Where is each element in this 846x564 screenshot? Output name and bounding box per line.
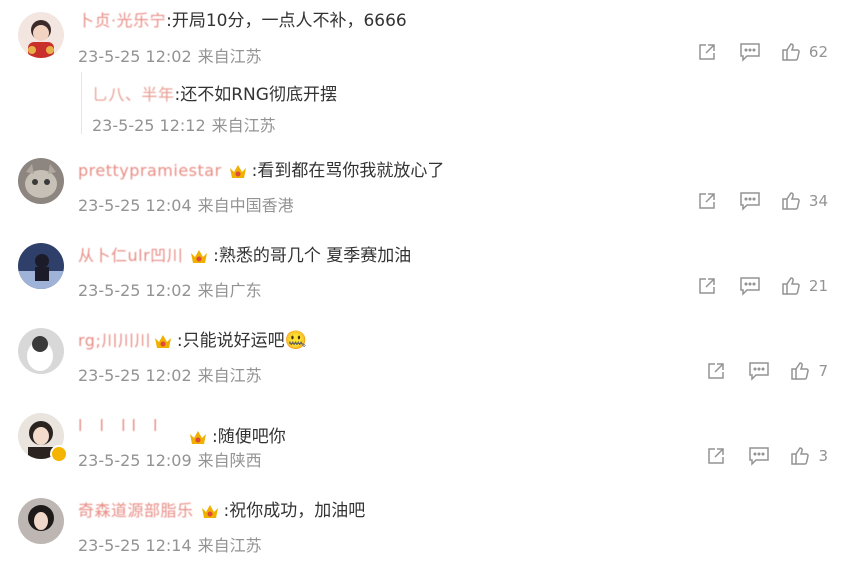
comment-text: :看到都在骂你我就放心了 (251, 161, 445, 181)
share-icon (699, 278, 715, 294)
comment-text: :只能说好运吧 (176, 331, 285, 351)
comment-meta: 23-5-25 12:04 来自中国香港 (78, 192, 294, 216)
like-button[interactable]: 3 (790, 446, 828, 466)
comment-button[interactable] (739, 42, 761, 62)
comment-text: :熟悉的哥几个 夏季赛加油 (213, 246, 412, 266)
comment-button[interactable] (739, 191, 761, 211)
comment-line: 奇森道源部脂乐 :祝你成功，加油吧 (78, 500, 365, 522)
like-button[interactable]: 34 (781, 191, 828, 211)
comment-icon (749, 447, 770, 466)
like-button[interactable]: 21 (781, 276, 828, 296)
like-count: 7 (818, 362, 828, 380)
comment-meta: 23-5-25 12:02 来自江苏 (78, 362, 262, 386)
verified-badge-icon (50, 445, 68, 463)
comment-button[interactable] (748, 361, 770, 381)
timestamp: 23-5-25 12:02 (78, 281, 192, 300)
comment-actions: 3 (706, 446, 828, 466)
crown-icon (190, 431, 206, 444)
comment-actions: 62 (697, 42, 828, 62)
timestamp: 23-5-25 12:02 (78, 47, 192, 66)
reply-location: 来自江苏 (211, 116, 276, 135)
emoji: 🤐 (284, 330, 308, 351)
avatar[interactable] (18, 498, 64, 544)
comment-line: rg;川川川 :只能说好运吧 🤐 (78, 330, 307, 352)
like-count: 62 (808, 43, 828, 61)
username[interactable]: rg;川川川 (78, 330, 151, 352)
comment-line: l l ll l (78, 415, 163, 437)
like-count: 21 (808, 277, 828, 295)
crown-icon (201, 505, 218, 518)
share-button[interactable] (706, 446, 726, 466)
comment-meta: 23-5-25 12:02 来自广东 (78, 277, 262, 301)
share-icon (708, 448, 725, 464)
share-button[interactable] (697, 42, 717, 62)
thumbs-up-icon (782, 277, 800, 295)
location: 来自陕西 (197, 451, 262, 470)
comment-icon (749, 362, 770, 381)
share-button[interactable] (697, 276, 717, 296)
share-button[interactable] (706, 361, 726, 381)
comment-line-2: :随便吧你 (186, 426, 286, 448)
thumbs-up-icon (791, 447, 810, 465)
reply-text: :还不如RNG彻底开摆 (174, 85, 337, 105)
username[interactable]: prettypramiestar (78, 160, 222, 182)
comment-button[interactable] (739, 276, 761, 296)
reply-line: 乚八、半年 :还不如RNG彻底开摆 (92, 80, 337, 106)
location: 来自江苏 (197, 47, 262, 66)
location: 来自广东 (197, 281, 262, 300)
thumbs-up-icon (782, 43, 800, 61)
share-icon (699, 193, 715, 209)
comment-meta: 23-5-25 12:02 来自江苏 (78, 43, 262, 67)
comment-icon (740, 277, 760, 296)
timestamp: 23-5-25 12:04 (78, 196, 192, 215)
location: 来自中国香港 (197, 196, 294, 215)
username[interactable]: 从卜仁ulr凹川 (78, 245, 183, 267)
like-count: 3 (818, 447, 828, 465)
comment-meta: 23-5-25 12:09 来自陕西 (78, 447, 262, 471)
timestamp: 23-5-25 12:02 (78, 366, 192, 385)
comment-button[interactable] (748, 446, 770, 466)
share-icon (699, 44, 715, 60)
comment-meta: 23-5-25 12:14 来自江苏 (78, 532, 262, 556)
comment-line: prettypramiestar :看到都在骂你我就放心了 (78, 160, 444, 182)
timestamp: 23-5-25 12:09 (78, 451, 192, 470)
share-icon (708, 363, 725, 379)
comment-line: 卜贞·光乐宁 :开局10分，一点人不补，6666 (78, 10, 407, 32)
comment-actions: 34 (697, 191, 828, 211)
comment-icon (740, 43, 760, 62)
avatar[interactable] (18, 158, 64, 204)
username[interactable]: 奇森道源部脂乐 (78, 500, 194, 522)
like-count: 34 (808, 192, 828, 210)
comment-actions: 21 (697, 276, 828, 296)
reply-username[interactable]: 乚八、半年 (92, 81, 175, 105)
comment-actions: 7 (706, 361, 828, 381)
reply-block: 乚八、半年 :还不如RNG彻底开摆 23-5-25 12:12 来自江苏 (81, 72, 337, 135)
location: 来自江苏 (197, 366, 262, 385)
like-button[interactable]: 7 (790, 361, 828, 381)
timestamp: 23-5-25 12:14 (78, 536, 192, 555)
username[interactable]: l l ll l (78, 415, 163, 437)
avatar[interactable] (18, 12, 64, 58)
reply-meta: 23-5-25 12:12 来自江苏 (92, 112, 276, 136)
thumbs-up-icon (791, 362, 810, 380)
location: 来自江苏 (197, 536, 262, 555)
reply-timestamp: 23-5-25 12:12 (92, 116, 206, 135)
comment-text: :随便吧你 (212, 427, 286, 447)
comment-icon (740, 192, 760, 211)
thumbs-up-icon (782, 192, 800, 210)
comment-line: 从卜仁ulr凹川 :熟悉的哥几个 夏季赛加油 (78, 245, 411, 267)
username[interactable]: 卜贞·光乐宁 (78, 10, 166, 32)
share-button[interactable] (697, 191, 717, 211)
avatar[interactable] (18, 243, 64, 289)
crown-icon (154, 335, 171, 348)
crown-icon (191, 250, 208, 263)
like-button[interactable]: 62 (781, 42, 828, 62)
crown-icon (229, 165, 246, 178)
avatar[interactable] (18, 328, 64, 374)
comment-text: :开局10分，一点人不补，6666 (166, 11, 407, 31)
comment-text: :祝你成功，加油吧 (223, 501, 366, 521)
